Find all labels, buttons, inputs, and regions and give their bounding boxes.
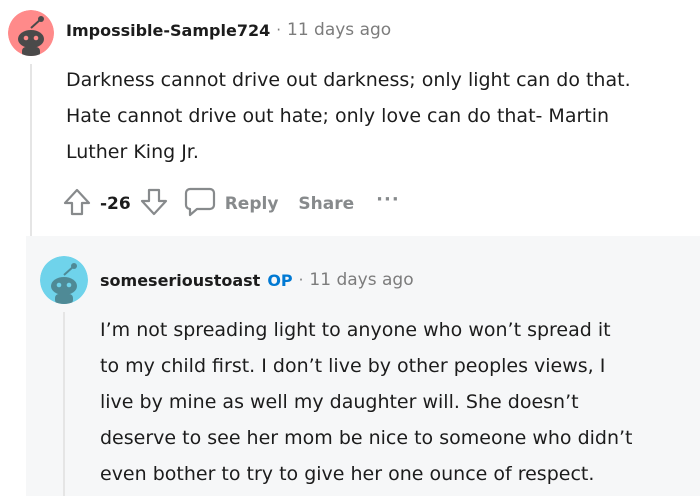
reply-line: live by mine as well my daughter will. S…: [100, 391, 579, 413]
thread-line[interactable]: [63, 312, 65, 496]
avatar[interactable]: [40, 256, 88, 304]
comment-username[interactable]: Impossible-Sample724: [66, 21, 270, 40]
reply-line: to my child first. I don’t live by other…: [100, 355, 606, 377]
comment-body: Darkness cannot drive out darkness; only…: [66, 62, 631, 170]
reply-line: I’m not spreading light to anyone who wo…: [100, 319, 611, 341]
comment-bubble-icon[interactable]: [183, 186, 217, 222]
reply-button[interactable]: Reply: [225, 194, 279, 214]
avatar[interactable]: [8, 10, 54, 56]
meta-separator: ·: [276, 21, 281, 39]
comment-actions: -26 Reply Share ···: [62, 186, 400, 222]
reply-meta: someserioustoast OP · 11 days ago: [100, 270, 414, 290]
upvote-icon[interactable]: [62, 187, 92, 221]
vote-count: -26: [100, 194, 131, 214]
reply-timestamp[interactable]: 11 days ago: [309, 270, 413, 290]
reply-body: I’m not spreading light to anyone who wo…: [100, 312, 633, 492]
share-button[interactable]: Share: [298, 194, 354, 214]
reply-line: even bother to try to give her one ounce…: [100, 463, 595, 485]
comment-meta: Impossible-Sample724 · 11 days ago: [66, 20, 391, 40]
downvote-icon[interactable]: [139, 187, 169, 221]
comment-line: Luther King Jr.: [66, 141, 199, 163]
snoo-icon: [40, 256, 88, 304]
comment-line: Darkness cannot drive out darkness; only…: [66, 69, 631, 91]
reply-line: deserve to see her mom be nice to someon…: [100, 427, 633, 449]
comment-line: Hate cannot drive out hate; only love ca…: [66, 105, 610, 127]
comment-timestamp[interactable]: 11 days ago: [287, 20, 391, 40]
thread-line[interactable]: [30, 64, 32, 236]
more-options-icon[interactable]: ···: [376, 189, 400, 210]
meta-separator: ·: [298, 271, 304, 289]
snoo-icon: [8, 10, 54, 56]
reply-username[interactable]: someserioustoast: [100, 271, 260, 290]
op-badge: OP: [267, 270, 293, 290]
